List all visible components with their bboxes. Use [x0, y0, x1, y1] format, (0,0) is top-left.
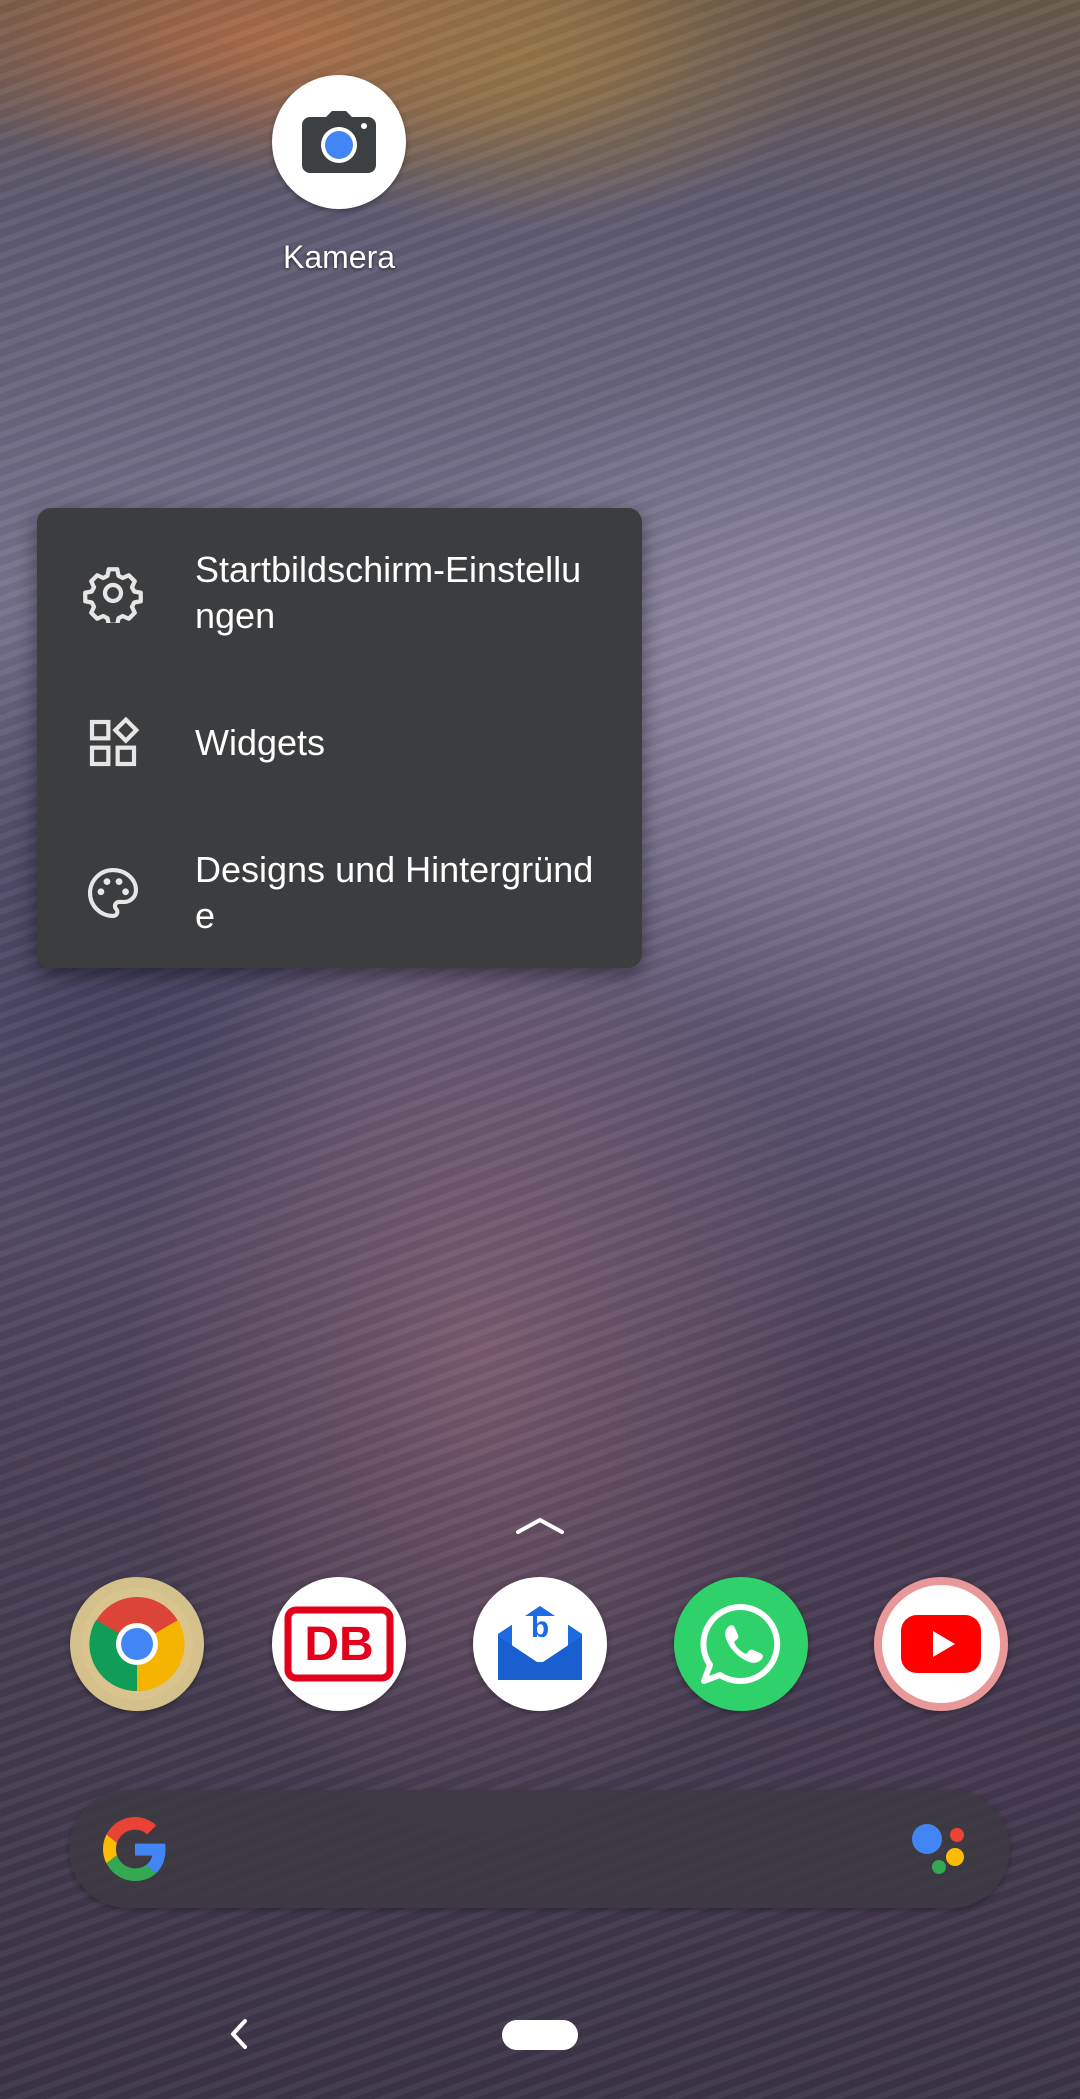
whatsapp-icon: [700, 1603, 781, 1684]
home-long-press-menu: Startbildschirm-Einstellungen Widgets De…: [37, 508, 642, 968]
camera-icon: [272, 75, 406, 209]
db-logo-text: DB: [304, 1617, 374, 1671]
menu-item-home-settings[interactable]: Startbildschirm-Einstellungen: [37, 518, 642, 668]
nav-back-button[interactable]: [225, 2015, 255, 2053]
bluemail-app-icon[interactable]: b: [473, 1577, 607, 1711]
whatsapp-app-icon[interactable]: [674, 1577, 808, 1711]
app-drawer-handle[interactable]: [510, 1510, 570, 1540]
widgets-icon: [81, 711, 145, 775]
palette-icon: [81, 861, 145, 925]
youtube-app-icon[interactable]: [874, 1577, 1008, 1711]
nav-home-pill[interactable]: [502, 2020, 578, 2050]
menu-item-label: Widgets: [195, 722, 326, 763]
google-search-bar[interactable]: [69, 1790, 1010, 1908]
camera-app-shortcut[interactable]: Kamera: [272, 75, 406, 276]
chrome-app-icon[interactable]: [70, 1577, 204, 1711]
menu-item-label: Startbildschirm-Einstellungen: [195, 549, 582, 636]
google-assistant-icon[interactable]: [912, 1824, 972, 1880]
menu-item-designs-wallpapers[interactable]: Designs und Hintergründe: [37, 818, 642, 968]
menu-item-label: Designs und Hintergründe: [195, 849, 594, 936]
youtube-icon: [901, 1615, 981, 1673]
bluemail-logo-text: b: [530, 1611, 550, 1644]
wallpaper: [0, 0, 1080, 2099]
dock: DB b: [0, 1577, 1080, 1711]
chrome-icon: [81, 1588, 193, 1700]
chevron-left-icon: [231, 2019, 247, 2049]
gear-icon: [81, 561, 145, 625]
menu-item-widgets[interactable]: Widgets: [37, 668, 642, 818]
camera-app-label: Kamera: [282, 239, 396, 275]
google-g-icon: [103, 1817, 166, 1881]
chevron-up-icon: [516, 1518, 564, 1534]
db-navigator-app-icon[interactable]: DB: [272, 1577, 406, 1711]
